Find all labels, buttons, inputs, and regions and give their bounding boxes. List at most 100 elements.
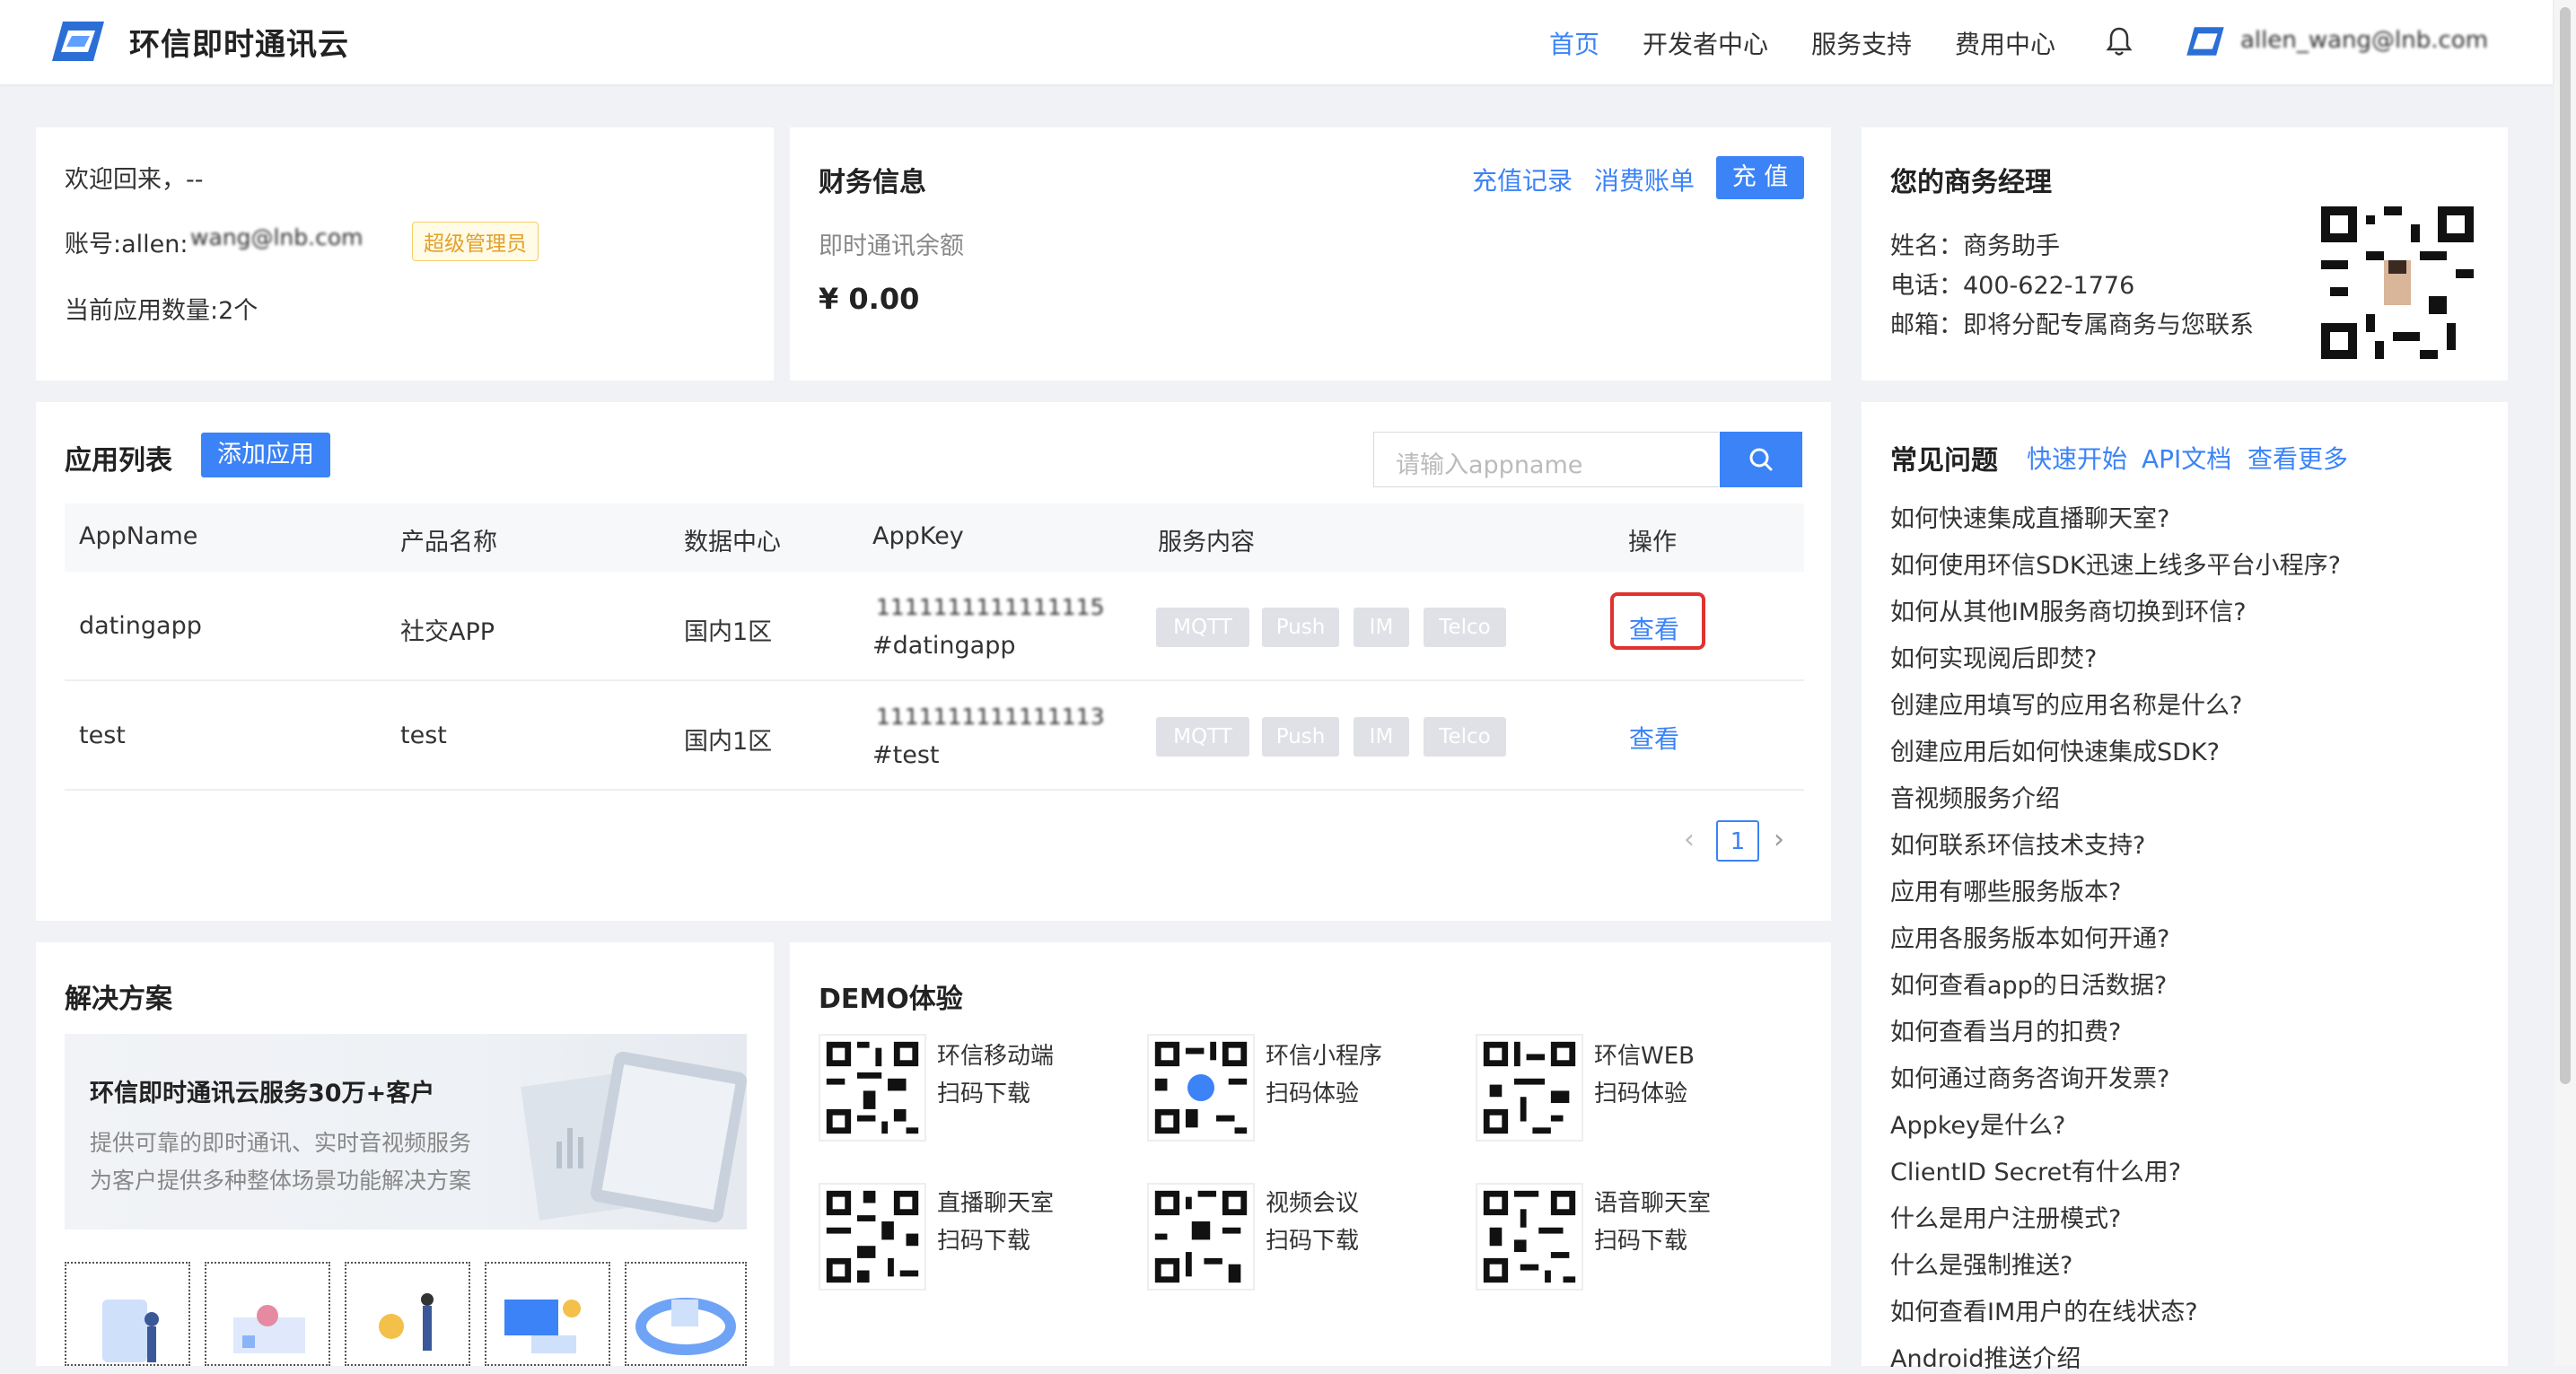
demo-item-action[interactable]: 扫码下载 xyxy=(1594,1222,1687,1256)
scrollbar-thumb[interactable] xyxy=(2560,7,2571,1084)
quick-start-link[interactable]: 快速开始 xyxy=(2027,440,2127,476)
manager-name: 姓名：商务助手 xyxy=(1890,232,2060,260)
demo-item-action[interactable]: 扫码体验 xyxy=(1594,1075,1687,1108)
banner-illustration-icon xyxy=(521,1051,747,1223)
row1-tag-im: IM xyxy=(1354,608,1409,647)
solution-thumb-4[interactable] xyxy=(485,1262,610,1366)
row1-tag-telco: Telco xyxy=(1424,608,1506,647)
faq-item[interactable]: 应用有哪些服务版本? xyxy=(1890,872,2121,907)
faq-item[interactable]: 什么是用户注册模式? xyxy=(1890,1199,2121,1234)
faq-item[interactable]: 应用各服务版本如何开通? xyxy=(1890,919,2169,954)
solution-illustration-icon xyxy=(379,1293,434,1351)
row1-view-link[interactable]: 查看 xyxy=(1629,610,1679,646)
row2-appname: test xyxy=(79,722,126,749)
solution-illustration-icon xyxy=(233,1305,305,1353)
faq-item[interactable]: Appkey是什么? xyxy=(1890,1106,2065,1141)
faq-item[interactable]: Android推送介绍 xyxy=(1890,1339,2081,1374)
row2-datacenter: 国内1区 xyxy=(684,728,773,756)
solution-illustration-icon xyxy=(102,1300,159,1362)
row2-product: test xyxy=(400,722,447,749)
nav-billing-center[interactable]: 费用中心 xyxy=(1955,25,2055,61)
prev-page-icon[interactable]: ‹ xyxy=(1684,824,1695,855)
add-app-button[interactable]: 添加应用 xyxy=(201,433,330,477)
demo-title: DEMO体验 xyxy=(819,984,963,1015)
row1-appkey-org: 1111111111111115 xyxy=(876,594,1105,620)
huanxin-logo-icon[interactable] xyxy=(50,16,106,66)
user-account-name[interactable]: allen_wang@lnb.com xyxy=(2240,27,2488,54)
qr-code-icon xyxy=(1476,1034,1583,1142)
demo-item-action[interactable]: 扫码体验 xyxy=(1266,1075,1359,1108)
view-more-link[interactable]: 查看更多 xyxy=(2247,440,2348,476)
recharge-record-link[interactable]: 充值记录 xyxy=(1472,162,1573,197)
row1-appkey-app: #datingapp xyxy=(872,632,1016,660)
faq-item[interactable]: 创建应用后如何快速集成SDK? xyxy=(1890,732,2220,767)
banner-line-2: 为客户提供多种整体场景功能解决方案 xyxy=(90,1168,472,1194)
row2-view-link[interactable]: 查看 xyxy=(1629,720,1679,756)
solution-thumb-5[interactable] xyxy=(625,1262,747,1366)
manager-phone: 电话：400-622-1776 xyxy=(1890,272,2135,300)
faq-item[interactable]: 如何从其他IM服务商切换到环信? xyxy=(1890,592,2247,627)
column-services: 服务内容 xyxy=(1158,529,1255,556)
search-button[interactable] xyxy=(1720,432,1802,487)
row-divider xyxy=(65,789,1804,791)
demo-item-action[interactable]: 扫码下载 xyxy=(937,1075,1030,1108)
column-actions: 操作 xyxy=(1628,529,1677,556)
row1-product: 社交APP xyxy=(400,618,495,646)
api-docs-link[interactable]: API文档 xyxy=(2142,440,2231,476)
row1-tag-mqtt: MQTT xyxy=(1156,608,1249,647)
page-number[interactable]: 1 xyxy=(1716,820,1759,862)
faq-item[interactable]: 如何查看当月的扣费? xyxy=(1890,1012,2121,1047)
qr-code-icon xyxy=(819,1183,926,1291)
solution-thumb-2[interactable] xyxy=(205,1262,330,1366)
demo-item-name: 直播聊天室 xyxy=(937,1190,1055,1217)
faq-item[interactable]: 如何查看IM用户的在线状态? xyxy=(1890,1292,2198,1327)
solutions-title: 解决方案 xyxy=(65,984,172,1015)
row2-tag-im: IM xyxy=(1354,717,1409,757)
faq-item[interactable]: 如何查看app的日活数据? xyxy=(1890,966,2167,1001)
faq-item[interactable]: 如何使用环信SDK迅速上线多平台小程序? xyxy=(1890,546,2341,581)
manager-email: 邮箱：即将分配专属商务与您联系 xyxy=(1890,311,2254,339)
brand-title[interactable]: 环信即时通讯云 xyxy=(129,20,349,64)
banner-line-1: 提供可靠的即时通讯、实时音视频服务 xyxy=(90,1130,472,1156)
nav-home[interactable]: 首页 xyxy=(1549,25,1599,61)
demo-item-name: 视频会议 xyxy=(1266,1190,1360,1217)
faq-item[interactable]: 如何联系环信技术支持? xyxy=(1890,826,2145,861)
faq-item[interactable]: 什么是强制推送? xyxy=(1890,1246,2072,1281)
column-appname: AppName xyxy=(79,522,198,550)
app-list-title: 应用列表 xyxy=(65,445,172,477)
row1-appname: datingapp xyxy=(79,612,202,640)
qr-code-icon xyxy=(819,1034,926,1142)
search-placeholder: 请输入appname xyxy=(1396,451,1583,479)
qr-code-icon xyxy=(1476,1183,1583,1291)
qr-code-icon xyxy=(1147,1034,1255,1142)
solution-illustration-icon xyxy=(504,1300,581,1353)
faq-item[interactable]: 如何实现阅后即焚? xyxy=(1890,639,2097,674)
faq-item[interactable]: 音视频服务介绍 xyxy=(1890,779,2060,814)
next-page-icon[interactable]: › xyxy=(1774,824,1784,855)
faq-item[interactable]: 创建应用填写的应用名称是什么? xyxy=(1890,686,2242,721)
demo-item-name: 环信小程序 xyxy=(1266,1043,1383,1070)
faq-title: 常见问题 xyxy=(1890,445,1998,477)
demo-item-action[interactable]: 扫码下载 xyxy=(1266,1222,1359,1256)
nav-service-support[interactable]: 服务支持 xyxy=(1811,25,1912,61)
bell-icon[interactable] xyxy=(2106,25,2133,57)
bill-link[interactable]: 消费账单 xyxy=(1594,162,1695,197)
row1-datacenter: 国内1区 xyxy=(684,618,773,646)
app-search-input[interactable]: 请输入appname xyxy=(1373,432,1719,487)
nav-developer-center[interactable]: 开发者中心 xyxy=(1643,25,1768,61)
demo-item-action[interactable]: 扫码下载 xyxy=(937,1222,1030,1256)
solution-thumb-3[interactable] xyxy=(345,1262,470,1366)
faq-item[interactable]: ClientID Secret有什么用? xyxy=(1890,1152,2181,1187)
demo-item-name: 语音聊天室 xyxy=(1594,1190,1712,1217)
user-avatar-icon[interactable] xyxy=(2185,23,2226,59)
role-badge: 超级管理员 xyxy=(412,222,539,261)
demo-item-name: 环信WEB xyxy=(1594,1043,1695,1070)
column-product: 产品名称 xyxy=(400,529,497,556)
solution-thumb-1[interactable] xyxy=(65,1262,190,1366)
finance-title: 财务信息 xyxy=(819,167,926,198)
recharge-button[interactable]: 充 值 xyxy=(1716,156,1804,199)
row2-tag-mqtt: MQTT xyxy=(1156,717,1249,757)
faq-item[interactable]: 如何通过商务咨询开发票? xyxy=(1890,1059,2169,1094)
faq-item[interactable]: 如何快速集成直播聊天室? xyxy=(1890,499,2169,534)
row2-appkey-org: 1111111111111113 xyxy=(876,704,1105,730)
